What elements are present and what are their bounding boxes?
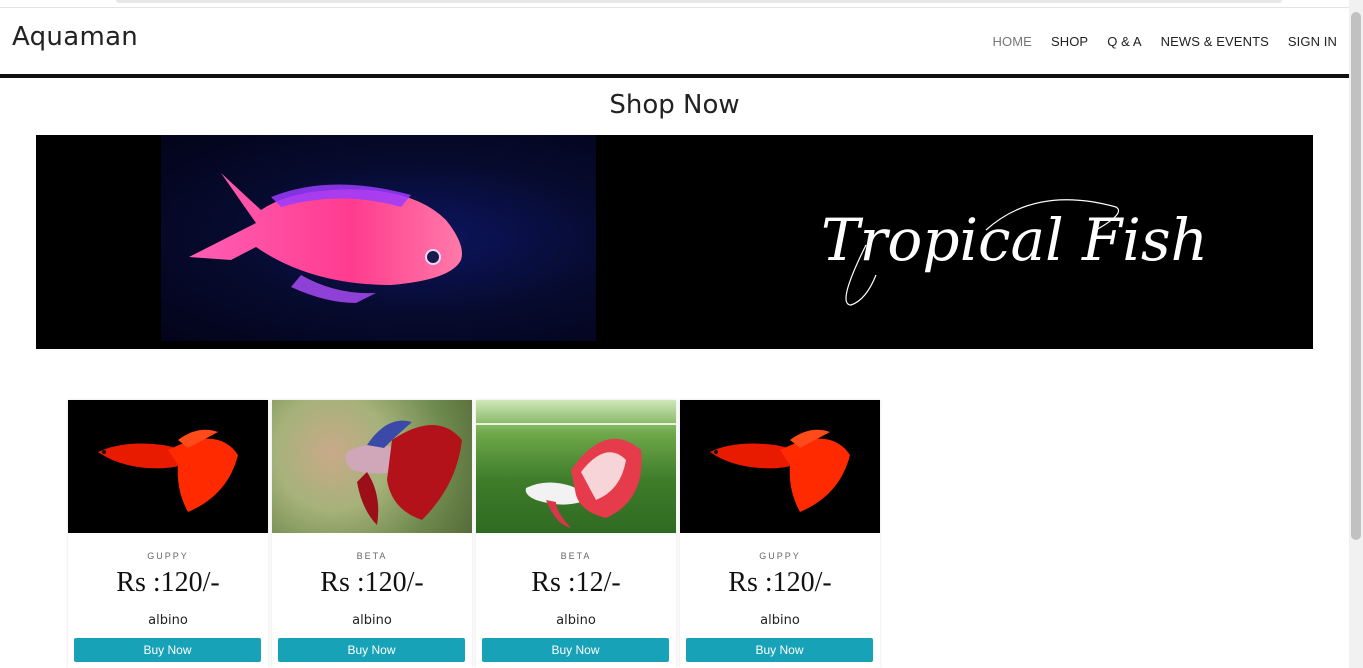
betta-fish-icon [476,423,676,528]
nav-home[interactable]: HOME [993,34,1032,49]
top-bar [116,0,1282,3]
banner-script-label: Tropical Fish [821,206,1208,274]
scrollbar-thumb[interactable] [1351,12,1361,540]
product-category: BETA [560,551,592,561]
product-image [476,400,676,533]
page-title: Shop Now [609,90,740,120]
browser-top-strip [0,0,1349,8]
product-price: Rs :120/- [320,567,424,598]
product-price: Rs :120/- [116,567,220,598]
nav-qa[interactable]: Q & A [1107,34,1141,49]
product-card: BETA Rs :120/- albino Buy Now [272,400,472,668]
product-price: Rs :12/- [531,567,621,598]
main-nav: HOME SHOP Q & A NEWS & EVENTS SIGN IN [974,34,1337,49]
hero-banner: Tropical Fish [36,135,1313,349]
navbar: Aquaman HOME SHOP Q & A NEWS & EVENTS SI… [0,8,1349,78]
product-image [680,400,880,533]
vertical-scrollbar[interactable] [1349,0,1363,668]
brand-logo[interactable]: Aquaman [12,22,138,52]
buy-now-button[interactable]: Buy Now [686,638,873,662]
product-category: BETA [356,551,388,561]
buy-now-button[interactable]: Buy Now [74,638,261,662]
product-category: GUPPY [759,551,801,561]
nav-sign-in[interactable]: SIGN IN [1288,34,1337,49]
product-card: GUPPY Rs :120/- albino Buy Now [68,400,268,668]
product-price: Rs :120/- [728,567,832,598]
nav-news-events[interactable]: NEWS & EVENTS [1161,34,1269,49]
banner-script-text: Tropical Fish [821,199,1208,306]
betta-fish-icon [345,420,462,525]
product-name: albino [148,613,188,628]
nav-shop[interactable]: SHOP [1051,34,1088,49]
product-card: GUPPY Rs :120/- albino Buy Now [680,400,880,668]
product-category: GUPPY [147,551,189,561]
buy-now-button[interactable]: Buy Now [278,638,465,662]
product-image [272,400,472,533]
product-name: albino [760,613,800,628]
product-name: albino [352,613,392,628]
guppy-fish-icon [710,429,850,512]
guppy-fish-icon [98,429,238,512]
product-image [68,400,268,533]
buy-now-button[interactable]: Buy Now [482,638,669,662]
product-name: albino [556,613,596,628]
product-card: BETA Rs :12/- albino Buy Now [476,400,676,668]
